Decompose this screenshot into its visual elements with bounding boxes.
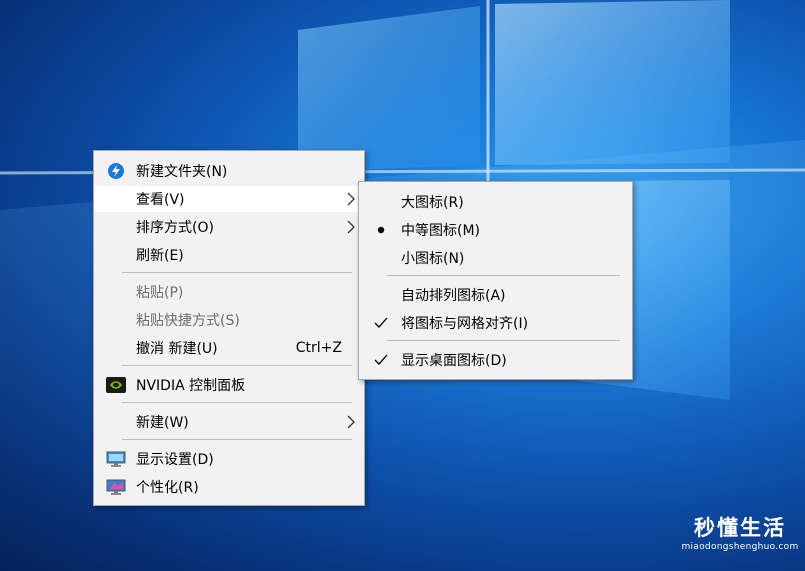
submenu-item-large-icons[interactable]: 大图标(R) <box>359 189 632 215</box>
view-submenu: 大图标(R) 中等图标(M) 小图标(N) 自动排列图标(A) 将图标与网格对齐… <box>358 181 633 380</box>
menu-separator <box>122 365 352 366</box>
menu-separator <box>387 340 620 341</box>
submenu-item-show-desktop-icons[interactable]: 显示桌面图标(D) <box>359 347 632 373</box>
menu-item-label: 将图标与网格对齐(I) <box>401 316 529 332</box>
menu-item-label: 小图标(N) <box>401 251 465 267</box>
new-folder-icon <box>108 163 124 179</box>
menu-item-label: NVIDIA 控制面板 <box>136 378 246 394</box>
submenu-item-small-icons[interactable]: 小图标(N) <box>359 245 632 271</box>
check-icon <box>374 317 388 328</box>
submenu-item-align-to-grid[interactable]: 将图标与网格对齐(I) <box>359 310 632 336</box>
chevron-right-icon <box>347 220 355 234</box>
menu-item-personalize[interactable]: 个性化(R) <box>94 474 364 500</box>
menu-item-label: 新建文件夹(N) <box>136 164 228 180</box>
menu-item-label: 中等图标(M) <box>401 223 481 239</box>
menu-item-label: 粘贴(P) <box>136 285 184 301</box>
desktop-context-menu: 新建文件夹(N) 查看(V) 排序方式(O) 刷新(E) 粘贴(P) 粘贴快捷方… <box>93 150 365 506</box>
menu-item-sort-by[interactable]: 排序方式(O) <box>94 214 364 240</box>
watermark-title: 秒懂生活 <box>694 516 786 540</box>
menu-separator <box>387 275 620 276</box>
submenu-item-auto-arrange[interactable]: 自动排列图标(A) <box>359 282 632 308</box>
check-icon <box>374 354 388 365</box>
menu-item-label: 刷新(E) <box>136 248 184 264</box>
menu-item-shortcut: Ctrl+Z <box>295 340 342 356</box>
menu-item-nvidia-control-panel[interactable]: NVIDIA 控制面板 <box>94 372 364 398</box>
menu-item-paste-shortcut[interactable]: 粘贴快捷方式(S) <box>94 307 364 333</box>
display-settings-icon <box>106 451 126 467</box>
personalize-icon <box>106 479 126 495</box>
menu-item-label: 排序方式(O) <box>136 220 214 236</box>
chevron-right-icon <box>347 192 355 206</box>
menu-item-paste[interactable]: 粘贴(P) <box>94 279 364 305</box>
menu-separator <box>122 272 352 273</box>
menu-item-view[interactable]: 查看(V) <box>94 186 364 212</box>
submenu-item-medium-icons[interactable]: 中等图标(M) <box>359 217 632 243</box>
menu-item-label: 粘贴快捷方式(S) <box>136 313 240 329</box>
menu-item-label: 撤消 新建(U) <box>136 341 218 357</box>
menu-item-label: 新建(W) <box>136 415 189 431</box>
menu-item-refresh[interactable]: 刷新(E) <box>94 242 364 268</box>
nvidia-icon <box>106 377 126 393</box>
menu-item-label: 个性化(R) <box>136 480 199 496</box>
menu-item-label: 自动排列图标(A) <box>401 288 506 304</box>
menu-item-label: 显示桌面图标(D) <box>401 353 507 369</box>
menu-item-display-settings[interactable]: 显示设置(D) <box>94 446 364 472</box>
menu-separator <box>122 439 352 440</box>
bullet-icon <box>377 226 385 234</box>
menu-item-new[interactable]: 新建(W) <box>94 409 364 435</box>
chevron-right-icon <box>347 415 355 429</box>
menu-item-label: 大图标(R) <box>401 195 464 211</box>
menu-item-label: 显示设置(D) <box>136 452 214 468</box>
menu-item-label: 查看(V) <box>136 192 185 208</box>
watermark-url: miaodongshenghuo.com <box>681 542 799 552</box>
menu-item-new-folder[interactable]: 新建文件夹(N) <box>94 158 364 184</box>
menu-separator <box>122 402 352 403</box>
watermark: 秒懂生活 miaodongshenghuo.com <box>676 515 804 553</box>
menu-item-undo-new[interactable]: 撤消 新建(U) Ctrl+Z <box>94 335 364 361</box>
